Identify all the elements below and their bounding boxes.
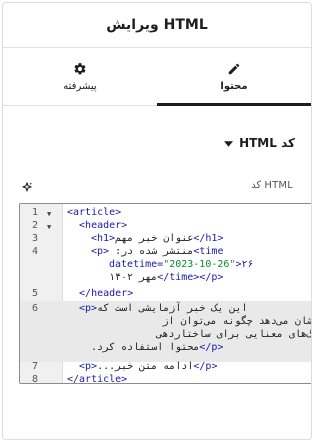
code-tag: </h1> [193,233,224,244]
html-edit-panel: ویرایش HTML محتوا پیشرفته کد HTML کد HTM… [2,2,312,440]
panel-title: ویرایش HTML [3,3,311,48]
line-number: 8 [32,374,39,384]
code-text: <p>ادامه متن خبر...</p> [67,361,311,373]
code-tag: <h1> [91,233,116,244]
line-number: 6 [32,303,39,314]
pencil-icon [227,62,241,76]
code-text: محتوا استفاده کرد.</p> [67,342,311,354]
code-tag: <p> [91,246,110,257]
code-text: datetime="2023-10-26">۲۶ [67,259,311,271]
html-code-section-toggle[interactable]: کد HTML [224,136,295,150]
code-text: </article> [67,374,128,384]
line-number: 1 [32,207,39,218]
tab-bar: محتوا پیشرفته [3,48,311,106]
tab-content-label: محتوا [220,80,248,92]
html-code-field-label: کد HTML [251,180,293,191]
code-text: <p>منتشر شده در: <time [67,246,311,258]
code-text-content: تگ‌های معنایی برای ساختاردهی [156,329,311,340]
code-tag: <time [193,246,224,257]
line-number: 7 [32,361,39,372]
chevron-down-icon [224,136,234,150]
code-attr: datetime= [109,259,164,270]
code-text-content: ادامه متن خبر... [97,361,194,372]
code-text: <h1>عنوان خبر مهم</h1> [67,233,311,245]
code-text: <header> [67,220,128,231]
line-number: 5 [32,288,39,299]
section-label: کد HTML [239,136,295,150]
code-tag: >۲۶ [235,259,254,270]
code-text-content: مهر ۱۴۰۲ [109,272,158,283]
line-number: 4 [32,246,39,257]
tab-advanced[interactable]: پیشرفته [3,48,157,105]
code-tag: <p> [79,361,98,372]
code-text-content: این یک خبر آزمایشی است که [97,303,248,314]
code-tag: </p> [199,342,224,353]
code-text-content: عنوان خبر مهم [115,233,194,244]
line-number: 3 [32,233,39,244]
code-text: <p>این یک خبر آزمایشی است که [67,303,311,315]
gear-icon [73,62,87,76]
fold-arrow-icon[interactable]: ▼ [47,208,51,220]
code-text-content: منتشر شده در: [109,246,194,257]
code-text-content: محتوا استفاده کرد. [91,342,200,353]
tab-advanced-label: پیشرفته [63,80,97,92]
tab-content[interactable]: محتوا [157,48,311,106]
fold-arrow-icon[interactable]: ▼ [47,221,51,233]
code-tag: </time></p> [157,272,224,283]
code-text: <article> [67,207,122,218]
code-text-content: نشان می‌دهد چگونه می‌توان از [162,316,311,327]
code-tag: </p> [193,361,218,372]
code-text: </header> [67,288,134,299]
code-string: "2023-10-26" [163,259,236,270]
code-text: مهر ۱۴۰۲</time></p> [67,272,311,284]
html-code-editor[interactable]: 1 ▼ <article> 2 ▼ <header> 3 <h1>عنوان خ… [19,203,311,384]
sparkle-icon[interactable] [20,180,34,194]
line-number: 2 [32,220,39,231]
code-tag: <p> [79,303,98,314]
